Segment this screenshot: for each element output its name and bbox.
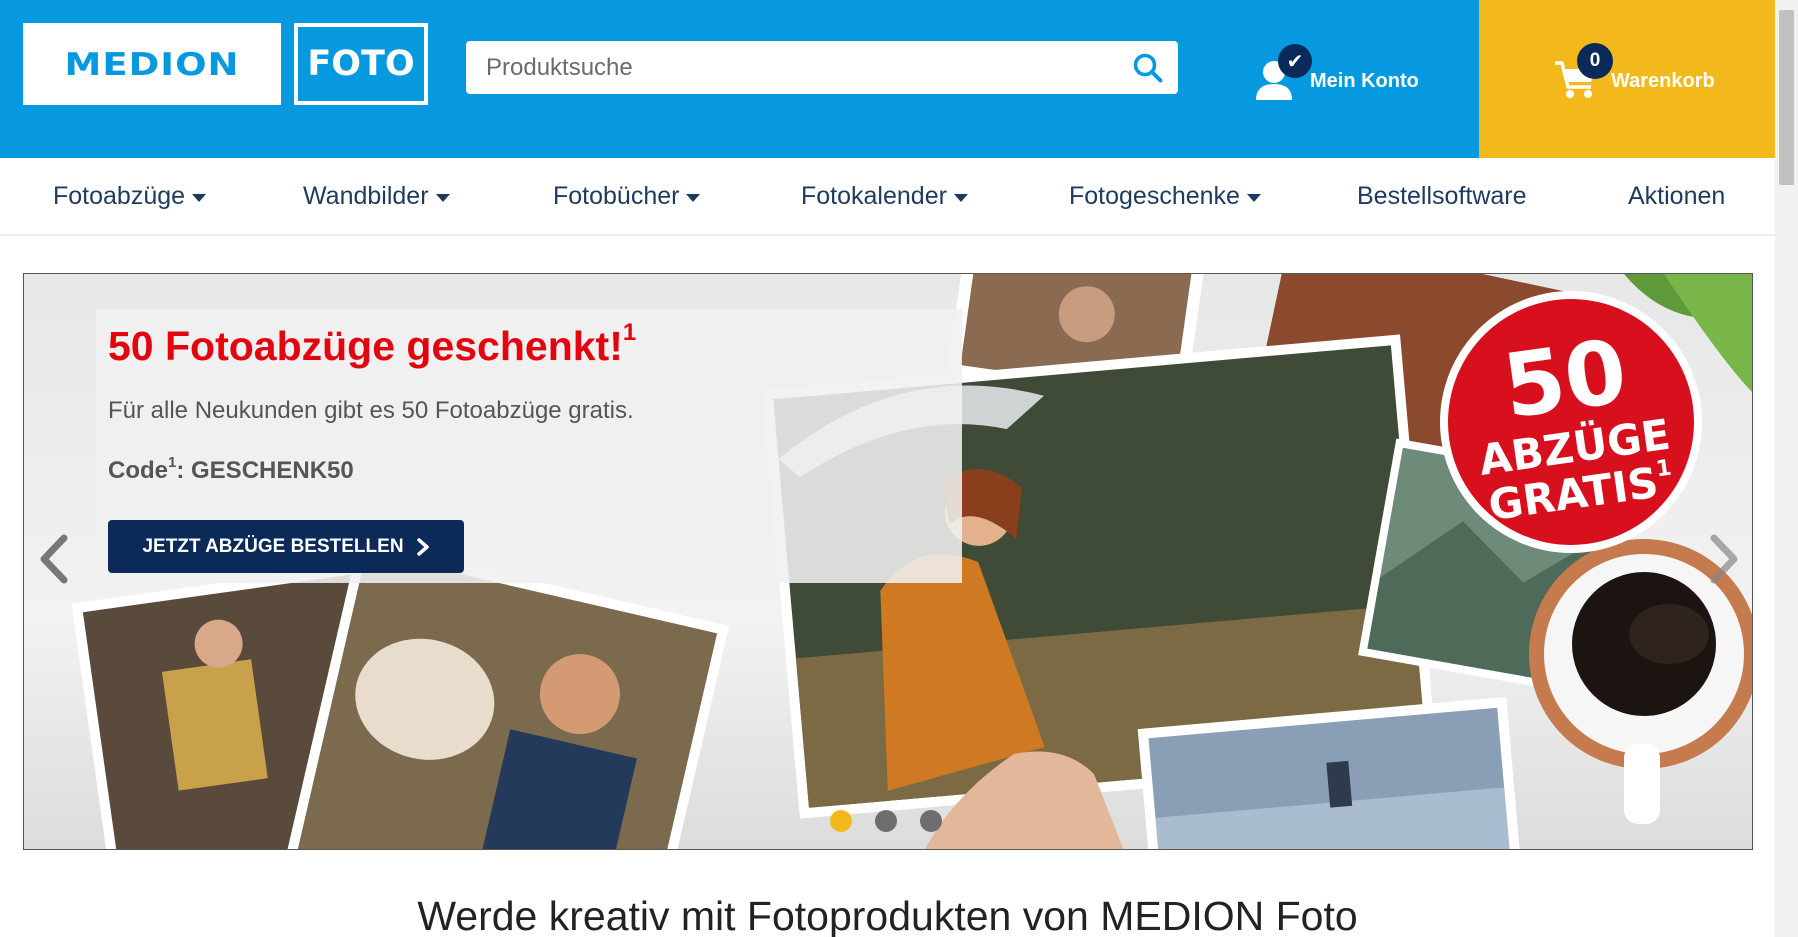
nav-item-label: Fotobücher [553, 182, 680, 210]
promo-badge: 50 ABZÜGE GRATIS1 [1432, 283, 1710, 561]
carousel-indicators [830, 810, 965, 832]
hero-code-value: : GESCHENK50 [176, 457, 354, 484]
cart-label: Warenkorb [1611, 69, 1715, 92]
logo-sub-text: FOTO [307, 44, 415, 84]
logo-foto-box: FOTO [294, 23, 428, 105]
medion-foto-logo[interactable]: MEDION FOTO [23, 23, 428, 105]
carousel-prev-button[interactable] [34, 532, 74, 586]
hero-title-text: 50 Fotoabzüge geschenkt! [108, 323, 623, 369]
nav-item-label: Wandbilder [303, 182, 429, 210]
hero-subtitle: Für alle Neukunden gibt es 50 Fotoabzüge… [108, 397, 634, 424]
chevron-right-icon [1710, 534, 1738, 584]
nav-item-bestellsoftware[interactable]: Bestellsoftware [1357, 182, 1527, 211]
hero-title-footnote: 1 [622, 319, 637, 346]
nav-item-label: Bestellsoftware [1357, 182, 1527, 210]
nav-item-label: Aktionen [1628, 182, 1726, 210]
hero-promo-code: Code1: GESCHENK50 [108, 454, 354, 485]
hero-title: 50 Fotoabzüge geschenkt!1 [108, 319, 636, 370]
nav-item-label: Fotoabzüge [53, 182, 186, 210]
chevron-right-icon [416, 537, 429, 556]
account-label: Mein Konto [1310, 69, 1419, 92]
main-nav: Fotoabzüge Wandbilder Fotobücher Fotokal… [0, 158, 1775, 236]
carousel-dot-3[interactable] [920, 810, 942, 832]
chevron-left-icon [40, 534, 68, 584]
order-prints-button[interactable]: JETZT ABZÜGE BESTELLEN [108, 520, 464, 573]
account-link[interactable]: ✔ Mein Konto [1250, 44, 1419, 104]
cart-area: 0 Warenkorb [1479, 0, 1775, 158]
site-header: MEDION FOTO ✔ Mein Konto [0, 0, 1775, 158]
caret-down-icon [686, 193, 701, 202]
nav-item-fotokalender[interactable]: Fotokalender [801, 182, 968, 211]
cart-icon-wrap: 0 [1551, 43, 1613, 103]
search-button[interactable] [1126, 47, 1170, 89]
logo-medion-box: MEDION [23, 23, 281, 105]
promo-badge-footnote: 1 [1654, 455, 1674, 483]
caret-down-icon [192, 193, 207, 202]
search-input[interactable] [486, 41, 1116, 94]
hero-banner[interactable]: 50 Fotoabzüge geschenkt!1 Für alle Neuku… [23, 273, 1753, 850]
nav-item-fotobuecher[interactable]: Fotobücher [553, 182, 701, 211]
nav-item-aktionen[interactable]: Aktionen [1628, 182, 1725, 211]
account-icon-wrap: ✔ [1250, 44, 1312, 104]
nav-item-label: Fotokalender [801, 182, 947, 210]
cart-link[interactable]: 0 Warenkorb [1551, 42, 1715, 104]
caret-down-icon [435, 193, 450, 202]
search-icon [1133, 53, 1163, 83]
cart-count-badge: 0 [1577, 43, 1613, 79]
carousel-next-button[interactable] [1704, 532, 1744, 586]
order-prints-button-label: JETZT ABZÜGE BESTELLEN [142, 535, 404, 557]
carousel-dot-2[interactable] [875, 810, 897, 832]
caret-down-icon [953, 193, 968, 202]
logo-brand-text: MEDION [64, 45, 240, 83]
page-scrollbar[interactable] [1775, 0, 1798, 937]
caret-down-icon [1246, 193, 1261, 202]
nav-item-wandbilder[interactable]: Wandbilder [303, 182, 450, 211]
nav-item-label: Fotogeschenke [1069, 182, 1240, 210]
account-check-icon: ✔ [1278, 44, 1312, 78]
scrollbar-thumb[interactable] [1779, 10, 1794, 185]
search-bar [466, 41, 1178, 94]
nav-item-fotogeschenke[interactable]: Fotogeschenke [1069, 182, 1261, 211]
nav-item-fotoabzuege[interactable]: Fotoabzüge [53, 182, 207, 211]
hero-text-box: 50 Fotoabzüge geschenkt!1 Für alle Neuku… [96, 309, 962, 583]
hero-code-label: Code [108, 457, 168, 484]
section-heading: Werde kreativ mit Fotoprodukten von MEDI… [417, 893, 1358, 937]
carousel-dot-1[interactable] [830, 810, 852, 832]
hero-code-footnote: 1 [168, 454, 177, 471]
